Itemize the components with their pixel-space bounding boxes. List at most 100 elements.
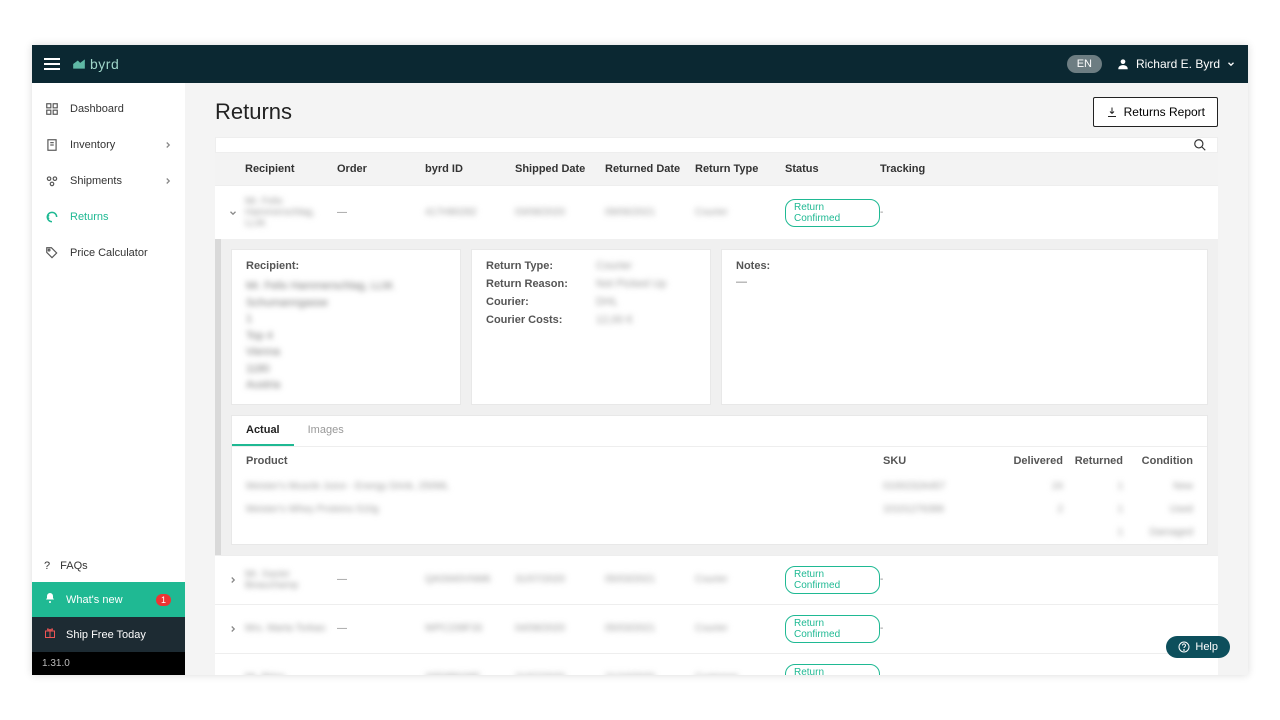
cell-recipient: Mr. Björn	[245, 672, 337, 675]
th-recipient: Recipient	[245, 163, 337, 175]
table-row[interactable]: Mr. Xavier Beauchamp — QAS940VNM6 31/07/…	[215, 555, 1218, 604]
row-detail: Recipient: Mr. Felix Hammerschlag, LLM. …	[215, 239, 1218, 555]
th-type: Return Type	[695, 163, 785, 175]
returns-report-button[interactable]: Returns Report	[1093, 97, 1218, 127]
sidebar: Dashboard Inventory Shipments Returns	[32, 83, 185, 675]
cell-tracking: -	[880, 623, 940, 634]
cell-order: —	[337, 574, 425, 585]
gift-icon	[44, 627, 56, 642]
sidebar-item-label: Inventory	[70, 139, 115, 151]
tab-actual[interactable]: Actual	[232, 416, 294, 446]
sidebar-faqs[interactable]: ? FAQs	[32, 550, 185, 582]
product-row: 1 Damaged	[232, 521, 1207, 544]
hamburger-icon[interactable]	[44, 58, 60, 70]
cell-order: —	[337, 623, 425, 634]
sidebar-ship-free[interactable]: Ship Free Today	[32, 617, 185, 652]
clipboard-icon	[44, 137, 60, 153]
table-header: Recipient Order byrd ID Shipped Date Ret…	[215, 153, 1218, 185]
sidebar-whatsnew[interactable]: What's new 1	[32, 582, 185, 617]
th-tracking: Tracking	[880, 163, 940, 175]
cell-byrd: 417H80282	[425, 207, 515, 218]
expand-toggle[interactable]	[221, 673, 245, 676]
ph-condition: Condition	[1123, 455, 1193, 467]
cell-tracking: -	[880, 574, 940, 585]
cell-type: Courier	[695, 623, 785, 634]
topbar: byrd EN Richard E. Byrd	[32, 45, 1248, 83]
status-badge: Return Confirmed	[785, 199, 880, 227]
th-shipped: Shipped Date	[515, 163, 605, 175]
boxes-icon	[44, 173, 60, 189]
ph-returned: Returned	[1063, 455, 1123, 467]
report-button-label: Returns Report	[1124, 105, 1205, 119]
cell-returned: 05/03/2021	[605, 574, 695, 585]
tag-icon	[44, 245, 60, 261]
cell-returned: 05/03/2021	[605, 623, 695, 634]
th-returned: Returned Date	[605, 163, 695, 175]
main-content: Returns Returns Report Recipient Order b…	[185, 83, 1248, 675]
cell-tracking: -	[880, 207, 940, 218]
user-menu[interactable]: Richard E. Byrd	[1116, 57, 1236, 71]
chevron-down-icon	[1226, 59, 1236, 69]
search-bar[interactable]	[215, 137, 1218, 153]
whatsnew-label: What's new	[66, 594, 123, 606]
cell-type: Courier	[695, 574, 785, 585]
cell-recipient: Mr. Xavier Beauchamp	[245, 569, 337, 591]
table-row[interactable]: Mrs. Marta Torkao — WPC239F33 04/08/2020…	[215, 604, 1218, 653]
th-status: Status	[785, 163, 880, 175]
cell-returned: 09/06/2021	[605, 207, 695, 218]
faqs-label: FAQs	[60, 560, 88, 572]
detail-notes-card: Notes: —	[721, 249, 1208, 405]
cell-byrd: WPC239F33	[425, 623, 515, 634]
detail-recipient-card: Recipient: Mr. Felix Hammerschlag, LLM. …	[231, 249, 461, 405]
help-icon	[1178, 641, 1190, 653]
cell-type: Courier	[695, 207, 785, 218]
cell-shipped: 21/07/2020	[515, 672, 605, 675]
ph-delivered: Delivered	[1003, 455, 1063, 467]
notes-label: Notes:	[736, 260, 1193, 272]
cell-order: —	[337, 207, 425, 218]
bell-icon	[44, 592, 56, 607]
notification-badge: 1	[156, 594, 171, 606]
user-icon	[1116, 57, 1130, 71]
cell-recipient: Mr. Felix Hammerschlag, LLM.	[245, 196, 337, 229]
sidebar-item-dashboard[interactable]: Dashboard	[32, 91, 185, 127]
sidebar-item-shipments[interactable]: Shipments	[32, 163, 185, 199]
cell-order: —	[337, 672, 425, 675]
cell-byrd: QAS940VNM6	[425, 574, 515, 585]
sidebar-bottom: ? FAQs What's new 1 Ship Free Today 1.31…	[32, 550, 185, 675]
search-icon	[1193, 138, 1207, 152]
table-row[interactable]: Mr. Björn — X5E9R029P 21/07/2020 21/10/2…	[215, 653, 1218, 676]
ph-product: Product	[246, 455, 883, 467]
chevron-right-icon	[163, 176, 173, 186]
th-byrd: byrd ID	[425, 163, 515, 175]
cell-shipped: 04/08/2020	[515, 623, 605, 634]
expand-toggle[interactable]	[221, 208, 245, 218]
cell-recipient: Mrs. Marta Torkao	[245, 623, 337, 634]
sidebar-item-inventory[interactable]: Inventory	[32, 127, 185, 163]
chevron-right-icon	[163, 140, 173, 150]
return-icon	[44, 209, 60, 225]
detail-return-card: Return Type:Courier Return Reason:Not Pi…	[471, 249, 711, 405]
detail-products: Actual Images Product SKU Delivered Retu…	[231, 415, 1208, 545]
th-order: Order	[337, 163, 425, 175]
returns-table: Recipient Order byrd ID Shipped Date Ret…	[215, 153, 1218, 675]
tab-images[interactable]: Images	[294, 416, 358, 446]
ship-free-label: Ship Free Today	[66, 629, 146, 641]
product-row: Meister's Muscle Juice - Energy Drink, 2…	[232, 475, 1207, 498]
expand-toggle[interactable]	[221, 624, 245, 634]
user-name: Richard E. Byrd	[1136, 57, 1220, 71]
sidebar-item-label: Price Calculator	[70, 247, 148, 259]
expand-toggle[interactable]	[221, 575, 245, 585]
help-button[interactable]: Help	[1166, 636, 1230, 658]
cell-tracking: -	[880, 672, 940, 675]
table-row[interactable]: Mr. Felix Hammerschlag, LLM. — 417H80282…	[215, 185, 1218, 239]
recipient-address: Mr. Felix Hammerschlag, LLM. Schumanngas…	[246, 278, 446, 394]
page-title: Returns	[215, 99, 292, 125]
sidebar-item-returns[interactable]: Returns	[32, 199, 185, 235]
sidebar-item-price-calculator[interactable]: Price Calculator	[32, 235, 185, 271]
cell-returned: 21/10/2020	[605, 672, 695, 675]
language-selector[interactable]: EN	[1067, 55, 1102, 73]
logo: byrd	[72, 56, 119, 72]
cell-byrd: X5E9R029P	[425, 672, 515, 675]
sidebar-item-label: Dashboard	[70, 103, 124, 115]
